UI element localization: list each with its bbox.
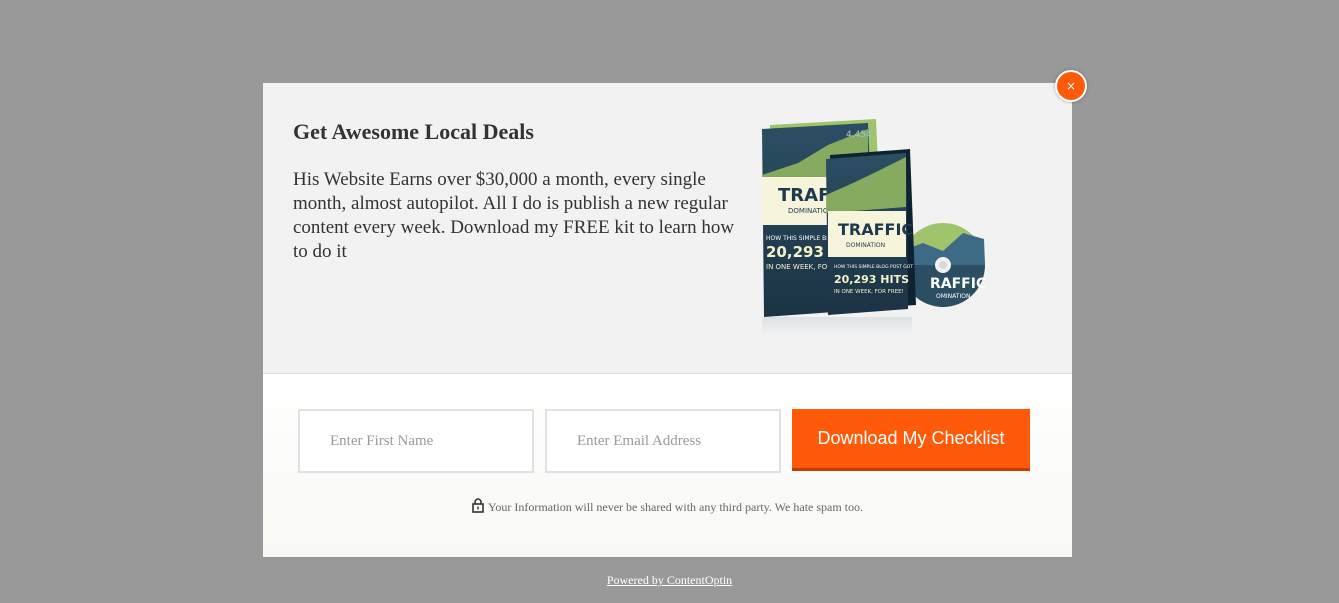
privacy-note: Your Information will never be shared wi… (263, 498, 1072, 517)
product-image: 4,454 TRAFFIC DOMINATION HOW THIS SIMPLE… (762, 119, 986, 335)
dvd-tagline: HOW THIS SIMPLE BLOG POST GOT (834, 264, 913, 270)
optin-popup: Get Awesome Local Deals His Website Earn… (263, 83, 1072, 557)
dvd-subtitle: DOMINATION (846, 242, 885, 249)
back-box-corner-text: 4,454 (846, 130, 872, 140)
dvd-tagline2: IN ONE WEEK, FOR FREE! (834, 289, 904, 295)
optin-form: Download My Checklist Your Information w… (263, 374, 1072, 557)
back-box-tagline2: IN ONE WEEK, FO (766, 263, 828, 271)
email-input[interactable] (545, 409, 781, 473)
popup-description: His Website Earns over $30,000 a month, … (293, 169, 735, 262)
back-box-hits: 20,293 (766, 243, 824, 261)
close-icon[interactable]: × (1055, 70, 1087, 102)
disc-title: RAFFIC (930, 276, 986, 292)
disc-subtitle: OMINATION (936, 293, 970, 300)
page-overlay: Get Awesome Local Deals His Website Earn… (0, 0, 1339, 603)
first-name-input[interactable] (298, 409, 534, 473)
privacy-text: Your Information will never be shared wi… (487, 500, 864, 514)
download-checklist-button[interactable]: Download My Checklist (792, 409, 1030, 471)
popup-headline: Get Awesome Local Deals (293, 119, 534, 144)
dvd-title: TRAFFIC (838, 220, 913, 239)
dvd-hits: 20,293 HITS (834, 273, 909, 286)
lock-icon (472, 498, 484, 517)
powered-by-link[interactable]: Powered by ContentOptin (0, 573, 1339, 588)
popup-header-panel: Get Awesome Local Deals His Website Earn… (263, 83, 1072, 374)
